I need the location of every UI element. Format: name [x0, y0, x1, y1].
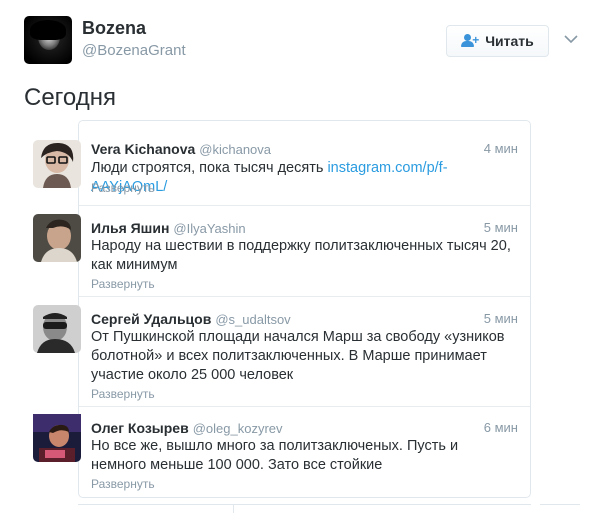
- follow-button[interactable]: + Читать: [446, 25, 549, 57]
- tweet-timestamp[interactable]: 5 мин: [484, 220, 518, 235]
- avatar[interactable]: [33, 414, 81, 462]
- profile-handle[interactable]: @BozenaGrant: [82, 42, 186, 59]
- divider: [233, 505, 234, 513]
- tweet-text: Народу на шествии в поддержку политзаклю…: [91, 238, 511, 273]
- tweet-timeline: Vera Kichanova @kichanova 4 мин Люди стро…: [78, 120, 531, 498]
- avatar[interactable]: [33, 305, 81, 353]
- profile-name[interactable]: Bozena: [82, 18, 146, 39]
- avatar[interactable]: [24, 16, 72, 64]
- expand-link[interactable]: Развернуть: [91, 387, 155, 401]
- tweet-author[interactable]: Илья Яшин @IlyaYashin: [91, 220, 246, 236]
- follow-button-label: Читать: [485, 33, 534, 49]
- tweet-timestamp[interactable]: 4 мин: [484, 141, 518, 156]
- profile-header: Bozena @BozenaGrant + Читать: [24, 16, 584, 64]
- divider: [78, 504, 531, 505]
- tweet-item[interactable]: Сергей Удальцов @s_udaltsov 5 мин От Пушк…: [79, 296, 530, 406]
- tweet-author-name[interactable]: Олег Козырев: [91, 420, 189, 436]
- tweet-author[interactable]: Vera Kichanova @kichanova: [91, 141, 271, 157]
- tweet-author-handle[interactable]: @kichanova: [199, 142, 271, 157]
- avatar[interactable]: [33, 214, 81, 262]
- expand-link[interactable]: Развернуть: [91, 477, 155, 491]
- avatar[interactable]: [33, 140, 81, 188]
- tweet-timestamp[interactable]: 6 мин: [484, 420, 518, 435]
- tweet-timestamp[interactable]: 5 мин: [484, 311, 518, 326]
- chevron-down-icon[interactable]: [564, 34, 578, 44]
- tweet-text: От Пушкинской площади начался Марш за св…: [91, 329, 505, 383]
- user-plus-icon: +: [461, 34, 479, 48]
- tweet-author-name[interactable]: Vera Kichanova: [91, 141, 195, 157]
- tweet-author-name[interactable]: Илья Яшин: [91, 220, 169, 236]
- expand-link[interactable]: Развернуть: [91, 181, 155, 195]
- expand-link[interactable]: Развернуть: [91, 277, 155, 291]
- tweet-author-name[interactable]: Сергей Удальцов: [91, 311, 211, 327]
- tweet-item[interactable]: Vera Kichanova @kichanova 4 мин Люди стро…: [79, 121, 530, 205]
- tweet-item[interactable]: Илья Яшин @IlyaYashin 5 мин Народу на шес…: [79, 205, 530, 296]
- tweet-author[interactable]: Сергей Удальцов @s_udaltsov: [91, 311, 291, 327]
- tweet-item[interactable]: Олег Козырев @oleg_kozyrev 6 мин Но все ж…: [79, 406, 530, 497]
- divider: [540, 504, 580, 505]
- section-title: Сегодня: [24, 84, 116, 111]
- tweet-author-handle[interactable]: @IlyaYashin: [173, 221, 245, 236]
- tweet-author-handle[interactable]: @s_udaltsov: [215, 312, 290, 327]
- tweet-author-handle[interactable]: @oleg_kozyrev: [193, 421, 283, 436]
- tweet-text-body: Люди строятся, пока тысяч десять: [91, 160, 328, 176]
- tweet-text: Но все же, вышло много за политзаключены…: [91, 438, 459, 473]
- tweet-author[interactable]: Олег Козырев @oleg_kozyrev: [91, 420, 283, 436]
